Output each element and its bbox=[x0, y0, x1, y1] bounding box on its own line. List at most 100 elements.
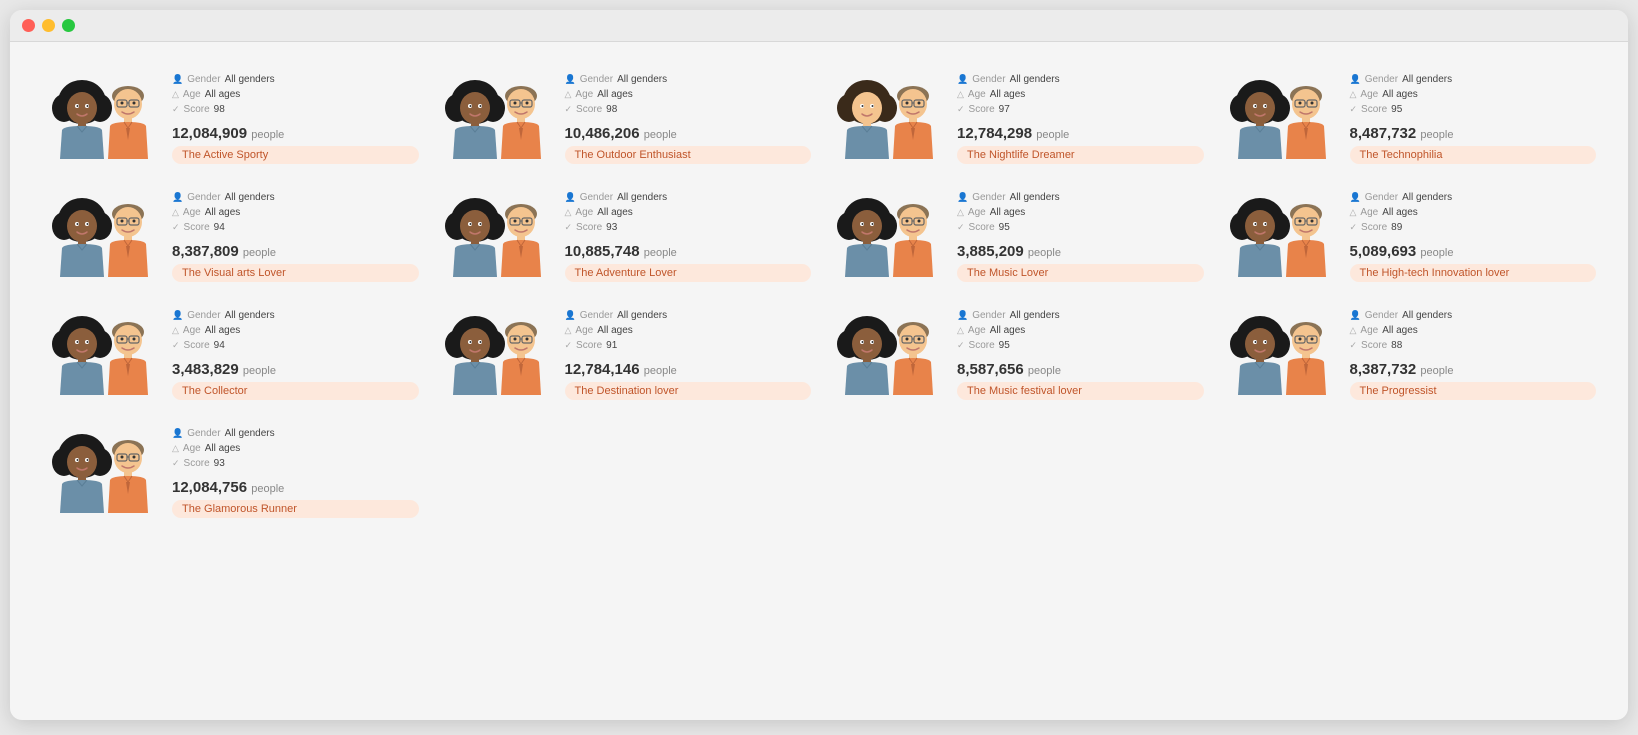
maximize-button[interactable] bbox=[62, 19, 75, 32]
people-count: 10,885,748 people bbox=[565, 243, 812, 260]
persona-badge[interactable]: The Outdoor Enthusiast bbox=[565, 146, 812, 164]
gender-icon: 👤 bbox=[1350, 310, 1361, 321]
age-value: All ages bbox=[990, 207, 1026, 218]
avatar-group bbox=[827, 192, 947, 282]
persona-badge[interactable]: The Adventure Lover bbox=[565, 264, 812, 282]
persona-badge[interactable]: The Nightlife Dreamer bbox=[957, 146, 1204, 164]
gender-row: 👤 Gender All genders bbox=[172, 192, 419, 203]
gender-label: Gender bbox=[1365, 74, 1398, 85]
persona-card[interactable]: 👤 Gender All genders △ Age All ages ✓ Sc… bbox=[34, 416, 427, 534]
score-label: Score bbox=[969, 340, 995, 351]
score-value: 98 bbox=[214, 104, 225, 115]
persona-card[interactable]: 👤 Gender All genders △ Age All ages ✓ Sc… bbox=[1212, 180, 1605, 298]
age-row: △ Age All ages bbox=[172, 325, 419, 336]
age-label: Age bbox=[183, 325, 201, 336]
persona-card[interactable]: 👤 Gender All genders △ Age All ages ✓ Sc… bbox=[1212, 62, 1605, 180]
age-icon: △ bbox=[172, 325, 179, 336]
age-row: △ Age All ages bbox=[172, 443, 419, 454]
age-value: All ages bbox=[1382, 89, 1418, 100]
persona-badge[interactable]: The Music Lover bbox=[957, 264, 1204, 282]
people-suffix: people bbox=[1036, 129, 1069, 141]
card-info: 👤 Gender All genders △ Age All ages ✓ Sc… bbox=[1350, 310, 1597, 400]
score-label: Score bbox=[184, 222, 210, 233]
persona-card[interactable]: 👤 Gender All genders △ Age All ages ✓ Sc… bbox=[1212, 298, 1605, 416]
people-count: 10,486,206 people bbox=[565, 125, 812, 142]
persona-card[interactable]: 👤 Gender All genders △ Age All ages ✓ Sc… bbox=[427, 298, 820, 416]
persona-badge[interactable]: The Music festival lover bbox=[957, 382, 1204, 400]
score-value: 95 bbox=[999, 222, 1010, 233]
score-row: ✓ Score 98 bbox=[172, 104, 419, 115]
age-label: Age bbox=[1360, 325, 1378, 336]
age-row: △ Age All ages bbox=[957, 207, 1204, 218]
people-suffix: people bbox=[1420, 247, 1453, 259]
age-icon: △ bbox=[565, 89, 572, 100]
card-info: 👤 Gender All genders △ Age All ages ✓ Sc… bbox=[565, 192, 812, 282]
score-icon: ✓ bbox=[565, 104, 573, 115]
score-label: Score bbox=[1361, 222, 1387, 233]
column-1: 👤 Gender All genders △ Age All ages ✓ Sc… bbox=[427, 62, 820, 534]
score-icon: ✓ bbox=[1350, 104, 1358, 115]
age-row: △ Age All ages bbox=[957, 325, 1204, 336]
score-row: ✓ Score 94 bbox=[172, 222, 419, 233]
score-label: Score bbox=[1361, 340, 1387, 351]
persona-card[interactable]: 👤 Gender All genders △ Age All ages ✓ Sc… bbox=[34, 298, 427, 416]
persona-card[interactable]: 👤 Gender All genders △ Age All ages ✓ Sc… bbox=[34, 62, 427, 180]
age-label: Age bbox=[1360, 207, 1378, 218]
close-button[interactable] bbox=[22, 19, 35, 32]
persona-badge[interactable]: The Active Sporty bbox=[172, 146, 419, 164]
persona-badge[interactable]: The Glamorous Runner bbox=[172, 500, 419, 518]
people-count: 8,387,732 people bbox=[1350, 361, 1597, 378]
avatar-group bbox=[42, 74, 162, 164]
people-count: 12,084,909 people bbox=[172, 125, 419, 142]
persona-card[interactable]: 👤 Gender All genders △ Age All ages ✓ Sc… bbox=[34, 180, 427, 298]
persona-card[interactable]: 👤 Gender All genders △ Age All ages ✓ Sc… bbox=[427, 180, 820, 298]
score-icon: ✓ bbox=[172, 222, 180, 233]
gender-value: All genders bbox=[1010, 192, 1060, 203]
people-count: 8,487,732 people bbox=[1350, 125, 1597, 142]
gender-label: Gender bbox=[187, 74, 220, 85]
people-count: 8,587,656 people bbox=[957, 361, 1204, 378]
score-value: 94 bbox=[214, 340, 225, 351]
age-label: Age bbox=[968, 89, 986, 100]
gender-row: 👤 Gender All genders bbox=[957, 74, 1204, 85]
gender-value: All genders bbox=[1402, 74, 1452, 85]
column-2: 👤 Gender All genders △ Age All ages ✓ Sc… bbox=[819, 62, 1212, 534]
persona-badge[interactable]: The Visual arts Lover bbox=[172, 264, 419, 282]
gender-value: All genders bbox=[617, 74, 667, 85]
gender-row: 👤 Gender All genders bbox=[957, 310, 1204, 321]
score-icon: ✓ bbox=[1350, 340, 1358, 351]
card-info: 👤 Gender All genders △ Age All ages ✓ Sc… bbox=[172, 74, 419, 164]
gender-icon: 👤 bbox=[565, 310, 576, 321]
people-suffix: people bbox=[251, 483, 284, 495]
score-icon: ✓ bbox=[957, 222, 965, 233]
persona-badge[interactable]: The Technophilia bbox=[1350, 146, 1597, 164]
gender-value: All genders bbox=[1010, 310, 1060, 321]
gender-icon: 👤 bbox=[565, 74, 576, 85]
avatar-group bbox=[42, 192, 162, 282]
persona-card[interactable]: 👤 Gender All genders △ Age All ages ✓ Sc… bbox=[427, 62, 820, 180]
score-label: Score bbox=[576, 222, 602, 233]
people-suffix: people bbox=[251, 129, 284, 141]
avatar-group bbox=[827, 74, 947, 164]
people-suffix: people bbox=[1420, 129, 1453, 141]
score-label: Score bbox=[184, 340, 210, 351]
age-value: All ages bbox=[990, 89, 1026, 100]
minimize-button[interactable] bbox=[42, 19, 55, 32]
persona-card[interactable]: 👤 Gender All genders △ Age All ages ✓ Sc… bbox=[819, 298, 1212, 416]
persona-card[interactable]: 👤 Gender All genders △ Age All ages ✓ Sc… bbox=[819, 62, 1212, 180]
card-info: 👤 Gender All genders △ Age All ages ✓ Sc… bbox=[957, 192, 1204, 282]
gender-label: Gender bbox=[972, 310, 1005, 321]
persona-card[interactable]: 👤 Gender All genders △ Age All ages ✓ Sc… bbox=[819, 180, 1212, 298]
age-row: △ Age All ages bbox=[1350, 207, 1597, 218]
gender-row: 👤 Gender All genders bbox=[172, 428, 419, 439]
score-value: 88 bbox=[1391, 340, 1402, 351]
avatar-group bbox=[435, 310, 555, 400]
card-info: 👤 Gender All genders △ Age All ages ✓ Sc… bbox=[565, 74, 812, 164]
score-row: ✓ Score 95 bbox=[1350, 104, 1597, 115]
persona-badge[interactable]: The Progressist bbox=[1350, 382, 1597, 400]
persona-badge[interactable]: The Destination lover bbox=[565, 382, 812, 400]
persona-badge[interactable]: The High-tech Innovation lover bbox=[1350, 264, 1597, 282]
persona-badge[interactable]: The Collector bbox=[172, 382, 419, 400]
people-count: 12,784,298 people bbox=[957, 125, 1204, 142]
age-value: All ages bbox=[205, 443, 241, 454]
